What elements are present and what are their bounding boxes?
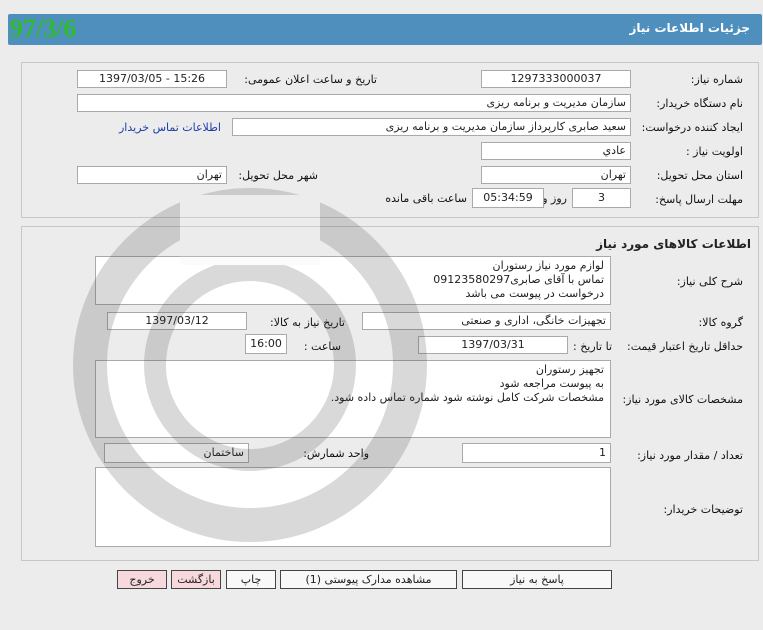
date-stamp: 97/3/6 [10, 14, 77, 43]
priority-field: عادي [481, 142, 631, 160]
group-field: تجهيزات خانگی، اداری و صنعتی [362, 312, 611, 330]
unit-label: واحد شمارش: [303, 447, 369, 460]
summary-line: تماس با آقای صابری09123580297 [433, 273, 604, 286]
goods-section-title: اطلاعات کالاهای مورد نياز [596, 237, 751, 251]
buyer-org-label: نام دستگاه خريدار: [656, 97, 743, 110]
province-field: تهران [481, 166, 631, 184]
specs-line: تجهيز رستوران [535, 363, 604, 376]
deadline-days-field: 3 [572, 188, 631, 208]
summary-label: شرح کلی نياز: [676, 275, 743, 288]
summary-textarea: لوازم مورد نياز رستوران تماس با آقای صاب… [95, 256, 611, 305]
until-date-label: تا تاريخ : [573, 340, 612, 353]
province-label: استان محل تحويل: [656, 169, 743, 182]
print-button[interactable]: چاپ [226, 570, 276, 589]
back-button[interactable]: بازگشت [171, 570, 221, 589]
buyer-notes-label: توضيحات خريدار: [663, 503, 744, 516]
specs-textarea: تجهيز رستوران به پيوست مراجعه شود مشخصات… [95, 360, 611, 438]
deadline-label: مهلت ارسال پاسخ: [655, 193, 743, 206]
time-label: ساعت : [303, 340, 341, 353]
need-date-field: 1397/03/12 [107, 312, 247, 330]
remaining-word: ساعت باقی مانده [385, 192, 467, 205]
need-number-field: 1297333000037 [481, 70, 631, 88]
announce-label: تاريخ و ساعت اعلان عمومی: [244, 73, 377, 86]
summary-line: درخواست در پيوست می باشد [465, 287, 604, 300]
view-attachments-button[interactable]: مشاهده مدارک پيوستی (1) [280, 570, 457, 589]
days-word: روز و [542, 192, 567, 205]
title-bar: جزئيات اطلاعات نياز [8, 14, 762, 45]
creator-label: ايجاد کننده درخواست: [641, 121, 743, 134]
buyer-org-field: سازمان مديريت و برنامه ريزی [77, 94, 631, 112]
time-field: 16:00 [245, 334, 287, 354]
exit-button[interactable]: خروج [117, 570, 167, 589]
deadline-time-field: 05:34:59 [472, 188, 544, 208]
summary-line: لوازم مورد نياز رستوران [492, 259, 604, 272]
qty-label: تعداد / مقدار مورد نياز: [637, 449, 743, 462]
buyer-notes-textarea [95, 467, 611, 547]
reply-button[interactable]: پاسخ به نياز [462, 570, 612, 589]
until-date-field: 1397/03/31 [418, 336, 568, 354]
qty-field: 1 [462, 443, 611, 463]
priority-label: اولويت نياز : [685, 145, 743, 158]
unit-field: ساختمان [104, 443, 249, 463]
announce-field: 1397/03/05 - 15:26 [77, 70, 227, 88]
creator-field: سعيد صابری کارپرداز سازمان مديريت و برنا… [232, 118, 631, 136]
group-label: گروه کالا: [698, 316, 743, 329]
buyer-contact-link[interactable]: اطلاعات تماس خريدار [119, 121, 221, 134]
specs-label: مشخصات کالای مورد نياز: [622, 393, 743, 406]
page-title: جزئيات اطلاعات نياز [629, 21, 750, 35]
city-label: شهر محل تحويل: [238, 169, 318, 182]
min-price-label: حداقل تاريخ اعتبار قيمت: [627, 340, 743, 353]
need-date-label: تاريخ نياز به کالا: [270, 316, 345, 329]
specs-line: به پيوست مراجعه شود [499, 377, 604, 390]
need-number-label: شماره نياز: [690, 73, 743, 86]
city-field: تهران [77, 166, 227, 184]
specs-line: مشخصات شرکت کامل نوشته شود شماره تماس دا… [330, 391, 604, 404]
